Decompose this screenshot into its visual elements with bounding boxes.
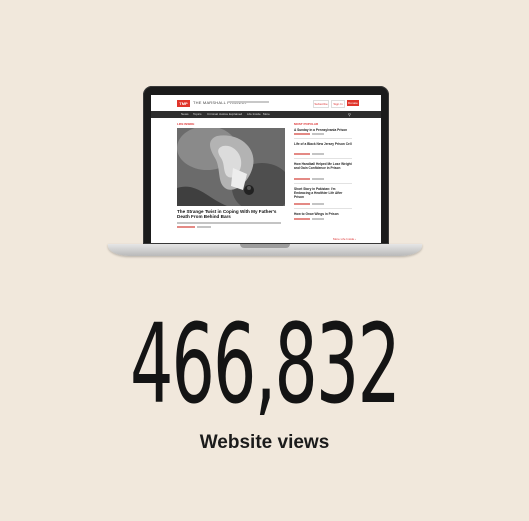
story-divider	[294, 138, 352, 139]
nav-item-topics: Topics	[193, 112, 202, 116]
search-icon: ⚲	[348, 112, 351, 117]
nav-item-news: News	[181, 112, 189, 116]
site-nav: News Topics Criminal Justice Explained L…	[151, 111, 381, 118]
story-byline-4	[294, 203, 310, 205]
story-byline-2	[294, 153, 310, 155]
sign-in-button: Sign In	[331, 100, 345, 108]
feature-date-line	[197, 226, 211, 228]
nav-item-more: More	[263, 112, 270, 116]
story-item-2: Life of a Black New Jersey Prison Cell	[294, 142, 352, 146]
story-byline-1	[294, 133, 310, 135]
story-item-3: How Handball Helped Me Lose Weight and G…	[294, 162, 352, 170]
story-divider	[294, 208, 352, 209]
story-date-3	[312, 178, 324, 180]
stat-value: 466,832	[129, 300, 401, 428]
story-date-5	[312, 218, 324, 220]
site-tagline-placeholder	[229, 101, 269, 103]
laptop-screen: TMP THE MARSHALL PROJECT Subscribe Sign …	[151, 95, 381, 243]
nav-item-explained: Criminal Justice Explained	[207, 112, 243, 116]
story-divider	[294, 158, 352, 159]
site-header: TMP THE MARSHALL PROJECT Subscribe Sign …	[151, 95, 381, 111]
feature-byline-line	[177, 226, 195, 228]
laptop-illustration: TMP THE MARSHALL PROJECT Subscribe Sign …	[108, 86, 422, 264]
story-date-4	[312, 203, 324, 205]
donate-button: Donate	[347, 100, 359, 106]
more-link: More Life Inside ›	[333, 237, 357, 241]
feature-headline: The Strange Twist in Coping With My Fath…	[177, 209, 277, 220]
story-byline-3	[294, 178, 310, 180]
story-byline-5	[294, 218, 310, 220]
story-divider	[294, 183, 352, 184]
laptop-notch	[240, 244, 290, 248]
site-logo: TMP	[177, 100, 190, 107]
story-item-5: How to Grow Wings in Prison	[294, 212, 339, 216]
story-item-1: A Sunday in a Pennsylvania Prison	[294, 128, 348, 132]
stat-label: Website views	[199, 432, 330, 453]
subscribe-button: Subscribe	[313, 100, 329, 108]
story-date-1	[312, 133, 324, 135]
story-date-2	[312, 153, 324, 155]
story-item-4: Short Story in Pakistan: I'm Embracing a…	[294, 187, 343, 199]
feature-dek-line	[177, 222, 281, 224]
nav-item-life-inside: Life Inside	[247, 112, 261, 116]
laptop-lid: TMP THE MARSHALL PROJECT Subscribe Sign …	[143, 86, 389, 244]
feature-image	[177, 128, 285, 206]
section-label: LIFE INSIDE	[177, 122, 195, 126]
sidebar-label: MOST POPULAR	[294, 122, 319, 126]
